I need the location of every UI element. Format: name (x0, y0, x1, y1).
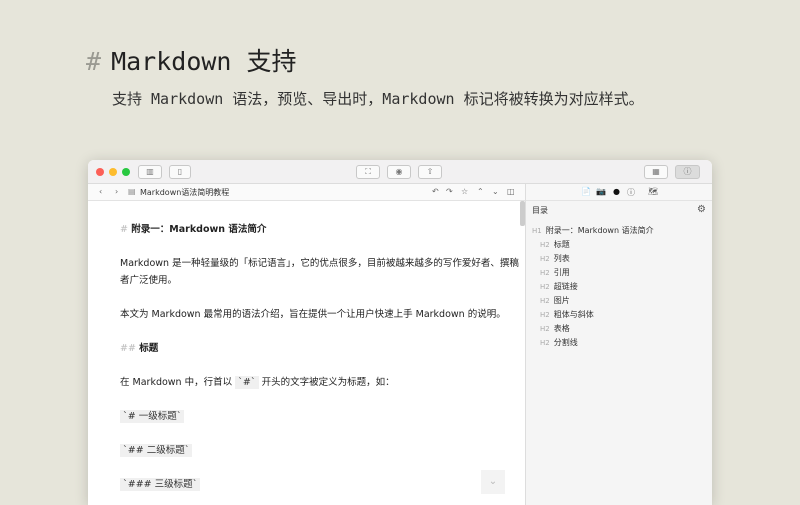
toc-item[interactable]: H2 粗体与斜体 (532, 308, 654, 322)
sidebar-tabs: 📄 📷 ● ⓘ 🗺 (525, 184, 712, 201)
up-button[interactable]: ⌃ (477, 187, 484, 196)
library-icon[interactable]: ▥ (138, 165, 162, 179)
tab-info-icon[interactable]: ⓘ (627, 187, 635, 198)
toc-level: H2 (540, 311, 550, 319)
paragraph: 在 Markdown 中，行首以 `#` 开头的文字被定义为标题，如： (120, 376, 395, 389)
sidebar-icon[interactable]: ▯ (169, 165, 191, 179)
tab-toc-icon[interactable]: ● (613, 187, 620, 196)
code-line: `# 一级标题` (120, 410, 185, 423)
toc-item[interactable]: H2 表格 (532, 322, 654, 336)
toc-level: H2 (540, 269, 550, 277)
toc-list: H1 附录一：Markdown 语法简介 H2 标题 H2 列表 H2 引用 H2 超链接 H2 图片… (532, 224, 654, 350)
redo-button[interactable]: ↷ (446, 187, 453, 196)
app-window: ▥ ▯ ⛶ ◉ ⇧ ▦ ⓘ ‹ › ▤ Markdown语法简明教程 ↶ ↷ ☆… (88, 160, 712, 505)
back-button[interactable]: ‹ (99, 187, 102, 196)
hero-title: # Markdown 支持 (86, 42, 297, 78)
toc-item-label: 图片 (553, 296, 570, 305)
toc-item-label: 表格 (553, 324, 570, 333)
titlebar: ▥ ▯ ⛶ ◉ ⇧ ▦ ⓘ (88, 160, 712, 184)
info-icon[interactable]: ⓘ (675, 165, 700, 179)
undo-button[interactable]: ↶ (432, 187, 439, 196)
toc-item-label: 粗体与斜体 (553, 310, 594, 319)
heading-1: # 附录一：Markdown 语法简介 (120, 224, 267, 235)
document-navbar: ‹ › ▤ Markdown语法简明教程 ↶ ↷ ☆ ⌃ ⌄ ◫ (88, 184, 525, 201)
code-line: `## 二级标题` (120, 444, 193, 457)
focus-icon[interactable]: ⛶ (356, 165, 380, 179)
toc-title: 目录 (532, 206, 548, 215)
toc-level: H2 (540, 255, 550, 263)
editor[interactable]: # 附录一：Markdown 语法简介 Markdown 是一种轻量级的「标记语… (88, 201, 520, 505)
star-button[interactable]: ☆ (461, 187, 468, 196)
layout-icon[interactable]: ▦ (644, 165, 668, 179)
toc-level: H1 (532, 227, 542, 235)
hash-mark: # (86, 47, 102, 76)
tab-document-icon[interactable]: 📄 (581, 187, 591, 196)
toc-item[interactable]: H2 分割线 (532, 336, 654, 350)
document-icon: ▤ (128, 187, 136, 196)
minimize-button[interactable] (109, 168, 117, 176)
heading-2: ## 标题 (120, 343, 159, 354)
toc-item[interactable]: H2 图片 (532, 294, 654, 308)
toc-level: H2 (540, 297, 550, 305)
toc-item[interactable]: H2 引用 (532, 266, 654, 280)
document-title: Markdown语法简明教程 (140, 188, 230, 197)
scroll-down-button[interactable]: ⌄ (481, 470, 505, 494)
toc-level: H2 (540, 325, 550, 333)
toc-item[interactable]: H2 列表 (532, 252, 654, 266)
toc-item-label: 引用 (553, 268, 570, 277)
zoom-button[interactable] (122, 168, 130, 176)
paragraph: 本文为 Markdown 最常用的语法介绍，旨在提供一个让用户快速上手 Mark… (120, 309, 506, 320)
toc-item[interactable]: H2 超链接 (532, 280, 654, 294)
hero-subtitle: 支持 Markdown 语法，预览、导出时，Markdown 标记将被转换为对应… (112, 90, 644, 108)
toc-item[interactable]: H1 附录一：Markdown 语法简介 (532, 224, 654, 238)
toc-sidebar: 目录 ⚙ H1 附录一：Markdown 语法简介 H2 标题 H2 列表 H2 引用 H2 超链… (525, 201, 712, 505)
tab-camera-icon[interactable]: 📷 (596, 187, 606, 196)
forward-button[interactable]: › (115, 187, 118, 196)
toc-level: H2 (540, 283, 550, 291)
toc-item-label: 分割线 (553, 338, 578, 347)
share-icon[interactable]: ⇧ (418, 165, 442, 179)
hero-title-text: Markdown 支持 (111, 47, 297, 76)
toc-item[interactable]: H2 标题 (532, 238, 654, 252)
split-view-button[interactable]: ◫ (507, 187, 515, 196)
preview-icon[interactable]: ◉ (387, 165, 411, 179)
toc-item-label: 附录一：Markdown 语法简介 (545, 226, 654, 235)
toc-level: H2 (540, 241, 550, 249)
paragraph: Markdown 是一种轻量级的「标记语言」，它的优点很多，目前被越来越多的写作… (120, 258, 519, 286)
toc-level: H2 (540, 339, 550, 347)
gear-icon[interactable]: ⚙ (697, 204, 706, 215)
down-button[interactable]: ⌄ (492, 187, 499, 196)
close-button[interactable] (96, 168, 104, 176)
toc-item-label: 超链接 (553, 282, 578, 291)
toc-item-label: 列表 (553, 254, 570, 263)
tab-map-icon[interactable]: 🗺 (648, 187, 658, 196)
code-line: `### 三级标题` (120, 478, 201, 491)
toc-item-label: 标题 (553, 240, 570, 249)
